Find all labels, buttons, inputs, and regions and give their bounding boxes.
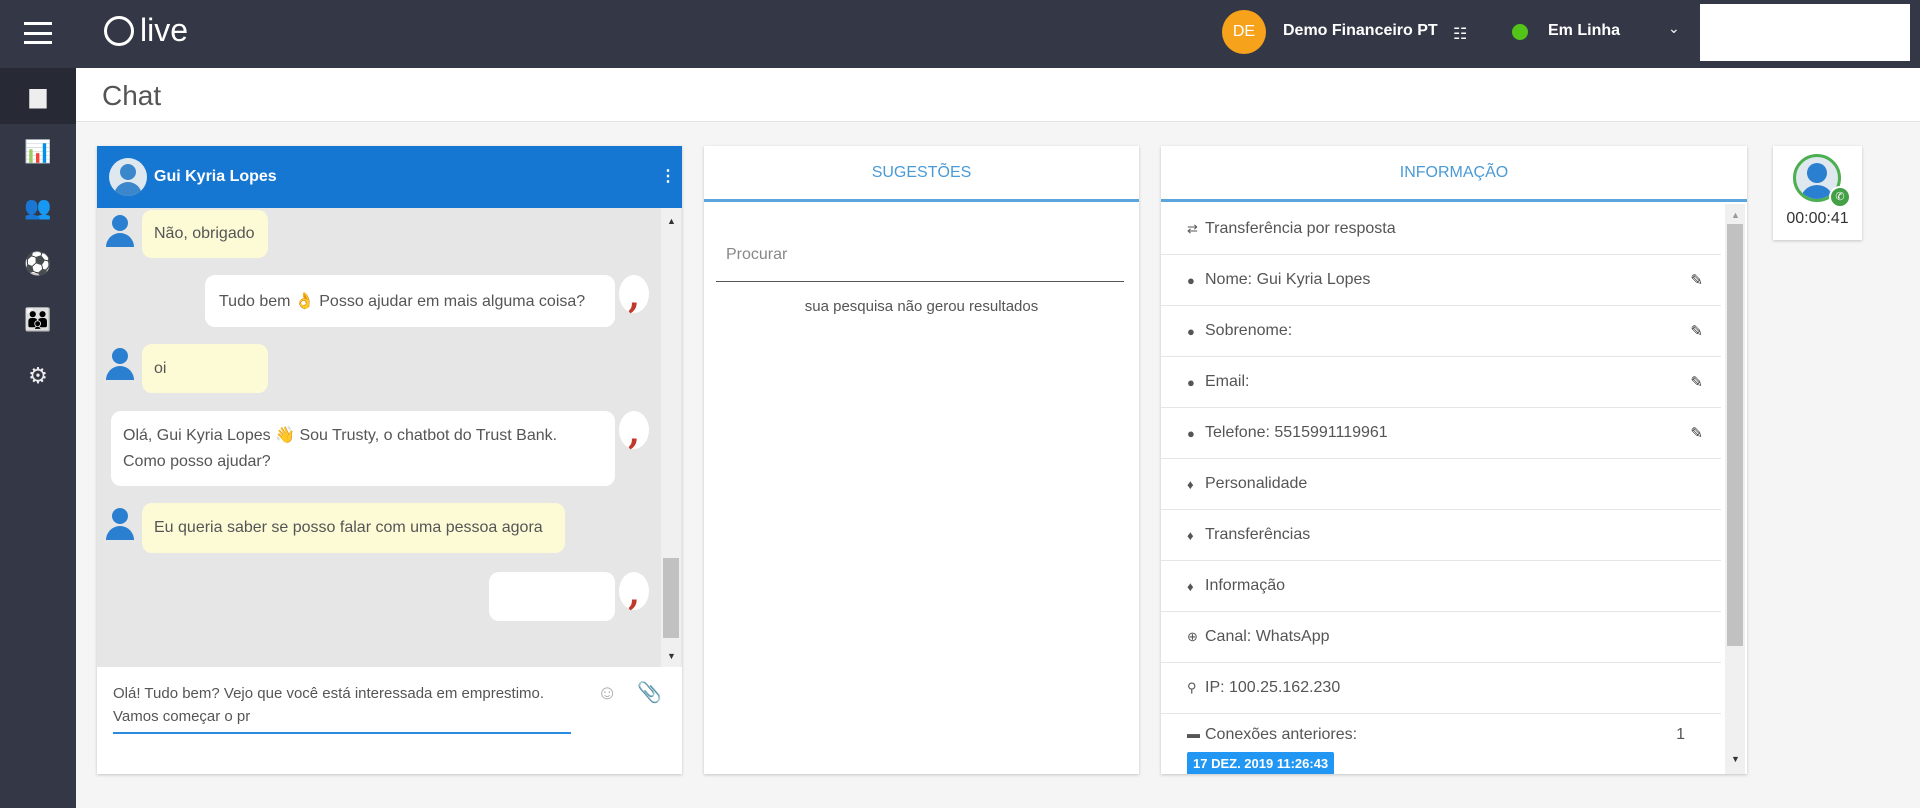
- info-row: ⚲ IP: 100.25.162.230: [1161, 663, 1721, 714]
- info-row: ● Nome: Gui Kyria Lopes ✎: [1161, 255, 1721, 306]
- info-row-label: Personalidade: [1205, 475, 1308, 492]
- chat-icon: ▬: [1187, 726, 1200, 741]
- info-row-label: Transferências: [1205, 526, 1311, 543]
- globe-icon: ⊕: [1187, 629, 1198, 644]
- suggestions-empty-text: sua pesquisa não gerou resultados: [804, 298, 1039, 315]
- whatsapp-icon: ✆: [1829, 186, 1851, 208]
- message-user: oi: [142, 344, 268, 393]
- logo-text: live: [140, 12, 189, 48]
- user-avatar-icon: [106, 348, 134, 380]
- info-row: ♦ Transferências: [1161, 510, 1721, 561]
- message-user: Não, obrigado: [142, 210, 268, 258]
- sidebar-item-reports[interactable]: 📊: [0, 124, 76, 180]
- redacted-box: [1700, 4, 1910, 61]
- info-row: ● Sobrenome: ✎: [1161, 306, 1721, 357]
- info-row: ● Telefone: 5515991119961 ✎: [1161, 408, 1721, 459]
- title-bar: Chat: [76, 68, 1920, 122]
- chevron-down-icon[interactable]: ⌄: [1668, 20, 1680, 37]
- info-row: ⇄ Transferência por resposta: [1161, 204, 1721, 255]
- user-icon: ●: [1187, 425, 1195, 441]
- info-row-label: Nome: Gui Kyria Lopes: [1205, 271, 1371, 288]
- chat-header: Gui Kyria Lopes ⋮: [97, 146, 682, 208]
- bot-icon: ,: [619, 275, 649, 317]
- transfer-icon: ⇄: [1187, 221, 1198, 236]
- info-row: ▬ Conexões anteriores: 1 17 DEZ. 2019 11:26…: [1161, 714, 1721, 774]
- edit-pencil-icon[interactable]: ✎: [1690, 373, 1703, 391]
- edit-pencil-icon[interactable]: ✎: [1690, 271, 1703, 289]
- bell-icon: ♦: [1187, 527, 1194, 543]
- contact-avatar: [109, 158, 147, 196]
- user-avatar-icon: [106, 215, 134, 247]
- suggestions-panel: SUGESTÕES Procurar sua pesquisa não gero…: [704, 146, 1139, 774]
- bell-icon: ♦: [1187, 578, 1194, 594]
- info-panel: INFORMAÇÃO ⇄ Transferência por resposta ● N…: [1161, 146, 1747, 774]
- page-title: Chat: [102, 80, 162, 111]
- connections-count: 1: [1676, 726, 1685, 743]
- sidebar-item-settings[interactable]: ⚙: [0, 348, 76, 404]
- info-tab[interactable]: INFORMAÇÃO: [1161, 146, 1747, 202]
- status-label[interactable]: Em Linha: [1548, 22, 1620, 40]
- info-row: ♦ Personalidade: [1161, 459, 1721, 510]
- attach-icon[interactable]: 📎: [637, 680, 662, 705]
- suggestions-search-input[interactable]: Procurar: [716, 246, 1124, 282]
- bell-icon: ♦: [1187, 476, 1194, 492]
- info-row-label: Email:: [1205, 373, 1250, 390]
- message-bot: Tudo bem 👌 Posso ajudar em mais alguma c…: [205, 275, 615, 327]
- connection-date-badge[interactable]: 17 DEZ. 2019 11:26:43: [1187, 752, 1335, 774]
- edit-pencil-icon[interactable]: ✎: [1690, 322, 1703, 340]
- user-icon: ●: [1187, 272, 1195, 288]
- pin-icon: ⚲: [1187, 680, 1197, 695]
- queue-card[interactable]: ✆ 00:00:41: [1773, 146, 1862, 240]
- info-row-label: Transferência por resposta: [1205, 220, 1396, 237]
- info-row-label: Canal: WhatsApp: [1205, 628, 1330, 645]
- queue-timer: 00:00:41: [1786, 210, 1849, 227]
- logo: live: [104, 12, 188, 49]
- grid-icon[interactable]: ☷: [1453, 24, 1467, 44]
- info-row: ⊕ Canal: WhatsApp: [1161, 612, 1721, 663]
- sidebar: ▆ 📊 👥 ⚽ 👪 ⚙: [0, 68, 76, 808]
- info-row-label: IP: 100.25.162.230: [1205, 679, 1341, 696]
- messages-scrollbar[interactable]: ▲ ▼: [661, 208, 681, 667]
- bot-icon: ,: [619, 572, 649, 614]
- sidebar-item-support[interactable]: ⚽: [0, 236, 76, 292]
- message-bot: Olá, Gui Kyria Lopes 👋 Sou Trusty, o cha…: [111, 411, 615, 486]
- emoji-icon[interactable]: ☺: [597, 682, 617, 705]
- logo-mark-icon: [104, 15, 134, 46]
- edit-pencil-icon[interactable]: ✎: [1690, 424, 1703, 442]
- info-row-label: Conexões anteriores:: [1205, 726, 1358, 743]
- menu-icon[interactable]: [24, 22, 52, 44]
- more-options-icon[interactable]: ⋮: [660, 166, 676, 186]
- info-row-label: Telefone: 5515991119961: [1205, 424, 1388, 441]
- user-avatar-icon: [106, 508, 134, 540]
- message-bot: [489, 572, 615, 621]
- user-icon: ●: [1187, 374, 1195, 390]
- avatar[interactable]: DE: [1222, 10, 1266, 54]
- info-row-label: Sobrenome:: [1205, 322, 1293, 339]
- contact-name: Gui Kyria Lopes: [154, 168, 277, 185]
- suggestions-tab[interactable]: SUGESTÕES: [704, 146, 1139, 202]
- sidebar-item-chat[interactable]: ▆: [0, 68, 76, 124]
- message-user: Eu queria saber se posso falar com uma p…: [142, 503, 565, 553]
- info-row: ♦ Informação: [1161, 561, 1721, 612]
- status-dot-icon: [1512, 24, 1528, 40]
- top-bar: live DE Demo Financeiro PT ☷ Em Linha ⌄: [0, 0, 1920, 68]
- sidebar-item-groups[interactable]: 👪: [0, 292, 76, 348]
- bot-icon: ,: [619, 411, 649, 453]
- info-scrollbar[interactable]: ▲ ▼: [1725, 204, 1745, 774]
- user-icon: ●: [1187, 323, 1195, 339]
- sidebar-item-users[interactable]: 👥: [0, 180, 76, 236]
- message-input[interactable]: Olá! Tudo bem? Vejo que você está intere…: [113, 682, 571, 734]
- account-name[interactable]: Demo Financeiro PT: [1283, 22, 1438, 40]
- info-row: ● Email: ✎: [1161, 357, 1721, 408]
- info-row-label: Informação: [1205, 577, 1286, 594]
